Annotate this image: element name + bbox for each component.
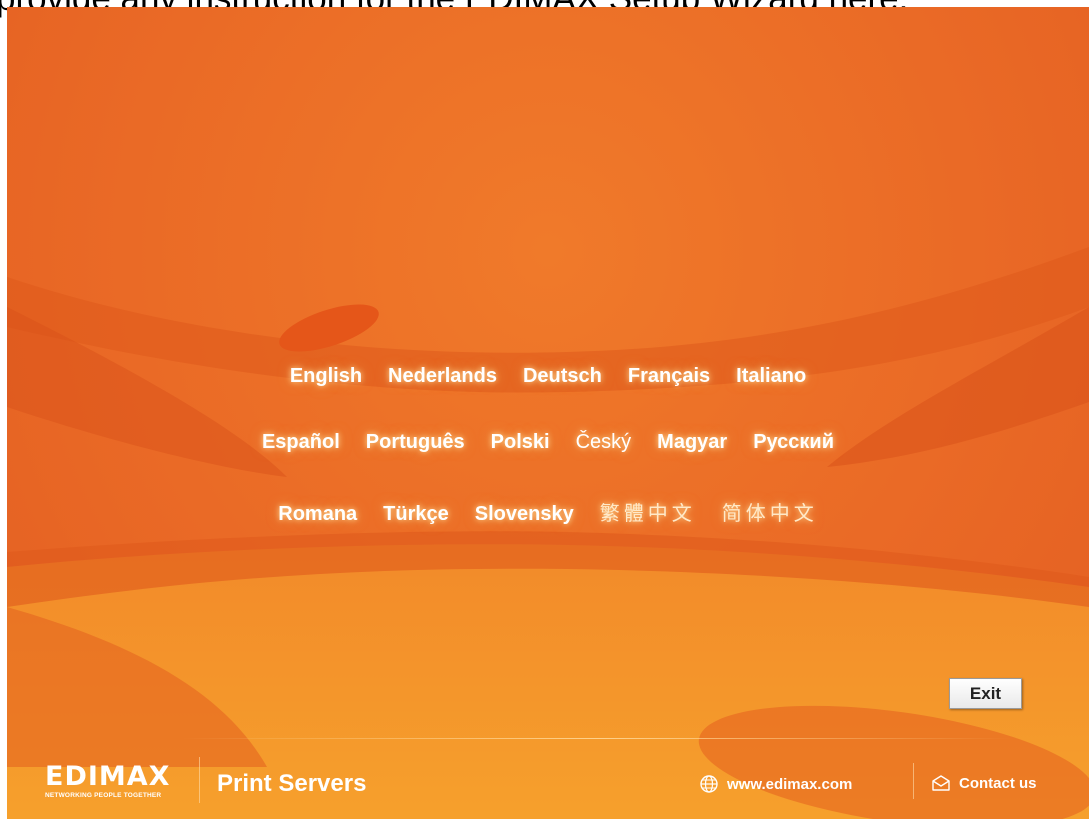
footer-divider-line bbox=[182, 738, 1012, 739]
lang-turkce[interactable]: Türkçe bbox=[383, 503, 449, 526]
setup-wizard-window: English Nederlands Deutsch Français Italiano… bbox=[7, 7, 1089, 819]
lang-slovensky[interactable]: Slovensky bbox=[475, 503, 574, 526]
lang-polski[interactable]: Polski bbox=[491, 431, 550, 454]
product-title: Print Servers bbox=[217, 770, 367, 797]
exit-button[interactable]: Exit bbox=[949, 678, 1022, 709]
logo-tagline: NETWORKING PEOPLE TOGETHER bbox=[45, 792, 162, 799]
globe-icon bbox=[700, 775, 718, 793]
lang-cesky[interactable]: Český bbox=[576, 431, 632, 454]
lang-francais[interactable]: Français bbox=[628, 365, 710, 388]
lang-simplified-chinese[interactable]: 简体中文 bbox=[722, 497, 818, 526]
lang-traditional-chinese[interactable]: 繁體中文 bbox=[600, 497, 696, 526]
lang-espanol[interactable]: Español bbox=[262, 431, 340, 454]
envelope-icon bbox=[932, 775, 950, 791]
background-swooshes bbox=[7, 247, 1089, 819]
lang-portugues[interactable]: Português bbox=[366, 431, 465, 454]
lang-deutsch[interactable]: Deutsch bbox=[523, 365, 602, 388]
language-row-2: Español Português Polski Český Magyar Русский bbox=[7, 431, 1089, 454]
lang-magyar[interactable]: Magyar bbox=[657, 431, 727, 454]
contact-label: Contact us bbox=[959, 774, 1037, 792]
lang-italiano[interactable]: Italiano bbox=[736, 365, 806, 388]
logo-wordmark: EDIMAX bbox=[45, 761, 171, 792]
link-divider bbox=[913, 763, 914, 799]
website-link[interactable]: www.edimax.com bbox=[699, 774, 852, 794]
edimax-logo: EDIMAX NETWORKING PEOPLE TOGETHER bbox=[45, 763, 191, 803]
lang-russian[interactable]: Русский bbox=[753, 431, 834, 454]
logo-divider bbox=[199, 757, 200, 803]
lang-romana[interactable]: Romana bbox=[278, 503, 357, 526]
lang-english[interactable]: English bbox=[290, 365, 362, 388]
contact-link[interactable]: Contact us bbox=[931, 774, 1037, 792]
lang-nederlands[interactable]: Nederlands bbox=[388, 365, 497, 388]
language-row-1: English Nederlands Deutsch Français Italiano bbox=[7, 365, 1089, 388]
website-label: www.edimax.com bbox=[727, 775, 853, 793]
language-row-3: Romana Türkçe Slovensky 繁體中文 简体中文 bbox=[7, 497, 1089, 526]
